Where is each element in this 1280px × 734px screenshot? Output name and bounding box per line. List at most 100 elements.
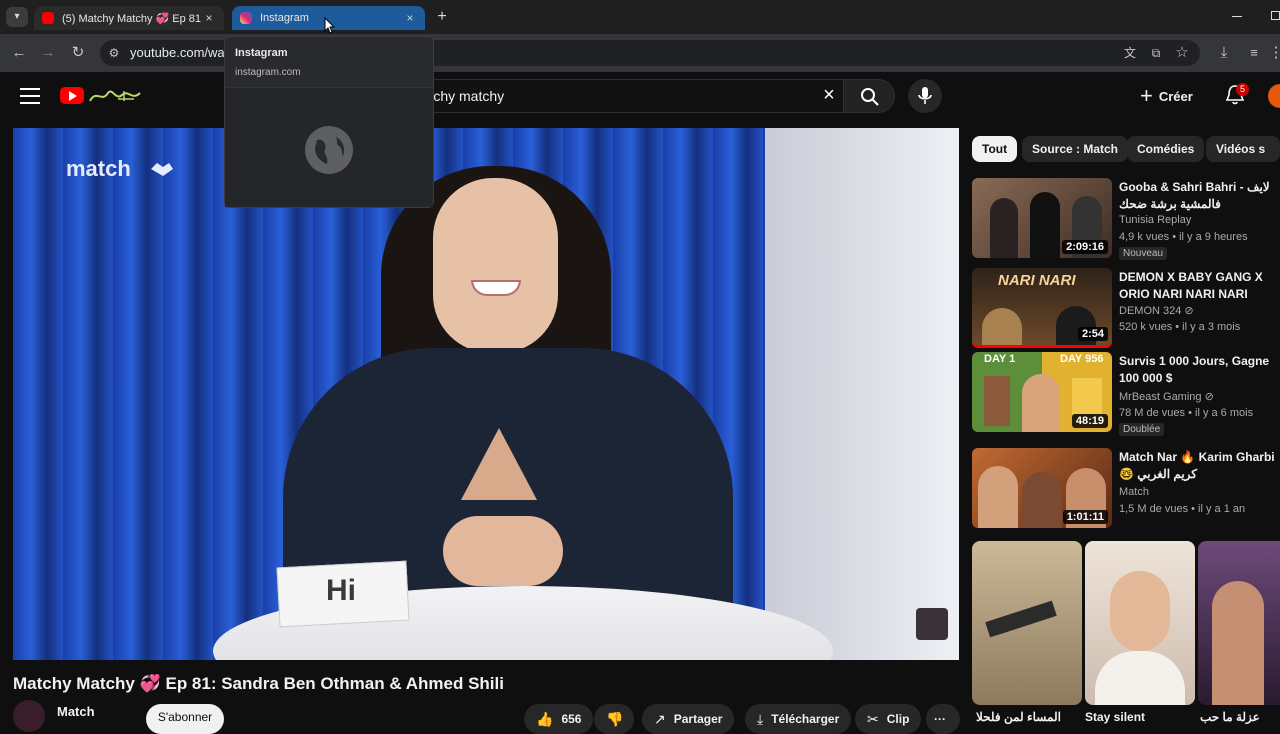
short-thumbnail[interactable] [1198, 541, 1280, 705]
tab-matchy-matchy[interactable]: (5) Matchy Matchy 💞 Ep 81: Sa × [34, 6, 224, 30]
voice-search-button[interactable] [908, 79, 942, 113]
subscribe-button[interactable]: S'abonner [146, 704, 224, 734]
recommendation-channel[interactable]: Match [1119, 486, 1149, 498]
translate-icon[interactable]: 文 [1120, 44, 1140, 62]
recommendation-item[interactable]: 2:09:16 Gooba & Sahri Bahri - لايف فالمش… [972, 178, 1280, 260]
guest-neckline [461, 428, 537, 500]
thumbnail-text: DAY 956 [1060, 353, 1104, 365]
chip-comedies[interactable]: Comédies [1127, 136, 1205, 162]
video-duration: 48:19 [1071, 414, 1108, 428]
reading-list-icon[interactable]: ≡ [1244, 44, 1264, 62]
video-thumbnail[interactable]: 2:09:16 [972, 178, 1112, 258]
white-wall [765, 128, 959, 660]
share-label: Partager [673, 712, 723, 726]
like-button[interactable]: 👍 656 [524, 704, 594, 734]
chip-source-match[interactable]: Source : Match [1022, 136, 1129, 162]
clear-search-icon[interactable]: × [818, 84, 840, 106]
install-app-icon[interactable]: ⧉ [1146, 44, 1166, 62]
url-text[interactable]: youtube.com/watc [130, 45, 235, 60]
recommendation-title[interactable]: Match Nar 🔥 Karim Gharbi 🤓 كريم الغربي [1119, 449, 1280, 483]
tab-search-button[interactable]: ▾ [6, 7, 28, 27]
channel-watermark: match [66, 156, 131, 181]
thumbnail-person [978, 466, 1018, 528]
reload-icon[interactable]: ↻ [68, 44, 88, 62]
browser-menu-icon[interactable]: ⋮ [1266, 44, 1280, 62]
thumbnail-person [1212, 581, 1264, 705]
create-button[interactable]: + Créer [1140, 83, 1193, 109]
video-thumbnail[interactable]: DAY 1 DAY 956 48:19 [972, 352, 1112, 432]
short-title[interactable]: المساء لمن فلحلا [976, 710, 1080, 724]
recommendation-channel[interactable]: DEMON 324 ⊘ [1119, 304, 1194, 317]
chip-all[interactable]: Tout [972, 136, 1018, 162]
recommendation-title[interactable]: Gooba & Sahri Bahri - لايف فالمشية برشة … [1119, 179, 1280, 213]
thumbnail-text: NARI NARI [998, 272, 1076, 289]
plus-icon: + [1140, 83, 1153, 108]
video-player[interactable]: match Hi [13, 128, 959, 660]
thumbnail-text: DAY 1 [984, 353, 1016, 365]
download-button[interactable]: ⤓ Télécharger [745, 704, 852, 734]
download-arrow-icon: ⤓ [757, 710, 764, 727]
thumbs-down-icon: 👎 [606, 710, 624, 727]
hover-card-domain: instagram.com [235, 67, 301, 78]
thumbnail-person [1030, 192, 1060, 258]
site-info-icon[interactable]: ⚙ [104, 44, 124, 62]
thumbnail-figure [985, 600, 1057, 638]
thumbnail-person [982, 308, 1022, 345]
channel-name[interactable]: Match [57, 704, 95, 719]
recommendation-meta: 4,9 k vues • il y a 9 heures [1119, 231, 1248, 243]
thumbs-up-icon: 👍 [536, 710, 554, 727]
dislike-button[interactable]: 👎 [594, 704, 634, 734]
video-thumbnail[interactable]: 1:01:11 [972, 448, 1112, 528]
close-tab-icon[interactable]: × [403, 11, 417, 25]
thumbnail-person [1095, 651, 1185, 705]
recommendation-item[interactable]: 1:01:11 Match Nar 🔥 Karim Gharbi 🤓 كريم … [972, 448, 1280, 528]
corner-logo-icon [916, 608, 948, 640]
forward-arrow-icon[interactable]: → [38, 44, 58, 62]
thumbnail-person [990, 198, 1018, 258]
thumbnail-person [1022, 472, 1062, 528]
tab-title: (5) Matchy Matchy 💞 Ep 81: Sa [62, 12, 202, 25]
recommendation-item[interactable]: NARI NARI 2:54 DEMON X BABY GANG X ORIO … [972, 268, 1280, 348]
hamburger-menu-icon[interactable] [20, 88, 40, 104]
channel-avatar[interactable] [13, 700, 45, 732]
thumbnail-person [1110, 571, 1170, 651]
video-title: Matchy Matchy 💞 Ep 81: Sandra Ben Othman… [13, 674, 504, 693]
recommendation-meta: 520 k vues • il y a 3 mois [1119, 321, 1241, 333]
maximize-window-icon[interactable] [1271, 11, 1280, 20]
more-actions-button[interactable]: ··· [926, 704, 960, 734]
youtube-logo-icon[interactable] [60, 87, 84, 104]
short-title[interactable]: Stay silent [1085, 710, 1189, 724]
youtube-favicon-icon [42, 12, 54, 24]
dubbed-badge: Doublée [1119, 423, 1165, 436]
video-duration: 2:09:16 [1062, 240, 1108, 254]
short-title[interactable]: عزلة ما حب [1200, 710, 1280, 724]
recommendation-item[interactable]: DAY 1 DAY 956 48:19 Survis 1 000 Jours, … [972, 352, 1280, 436]
video-thumbnail[interactable]: NARI NARI 2:54 [972, 268, 1112, 348]
tab-hover-card: Instagram instagram.com [224, 36, 434, 208]
download-icon[interactable]: ⤓ [1214, 44, 1234, 62]
video-duration: 2:54 [1077, 327, 1108, 341]
clip-button[interactable]: ✂ Clip [855, 704, 922, 734]
close-tab-icon[interactable]: × [202, 11, 216, 25]
youtube-doodle-logo[interactable] [88, 85, 144, 105]
minimize-window-icon[interactable] [1232, 16, 1242, 17]
short-thumbnail[interactable] [1085, 541, 1195, 705]
share-button[interactable]: ↗ Partager [642, 704, 735, 734]
recommendation-meta: 1,5 M de vues • il y a 1 an [1119, 503, 1246, 515]
recommendation-channel[interactable]: Tunisia Replay [1119, 214, 1191, 226]
search-icon [861, 88, 879, 106]
bookmark-star-icon[interactable]: ☆ [1172, 44, 1192, 62]
download-label: Télécharger [771, 712, 840, 726]
new-tab-button[interactable]: + [433, 8, 451, 26]
search-button[interactable] [843, 79, 895, 113]
short-thumbnail[interactable] [972, 541, 1082, 705]
recommendation-channel[interactable]: MrBeast Gaming ⊘ [1119, 390, 1214, 403]
handshake-logo-icon [151, 163, 173, 176]
mouse-cursor-icon [324, 17, 336, 34]
recommendation-title[interactable]: DEMON X BABY GANG X ORIO NARI NARI NARI … [1119, 269, 1280, 303]
recommendation-title[interactable]: Survis 1 000 Jours, Gagne 100 000 $ [1119, 353, 1280, 387]
share-icon: ↗ [654, 710, 666, 727]
back-arrow-icon[interactable]: ← [9, 44, 29, 62]
chip-videos[interactable]: Vidéos s [1206, 136, 1280, 162]
guest-hands [443, 516, 563, 586]
